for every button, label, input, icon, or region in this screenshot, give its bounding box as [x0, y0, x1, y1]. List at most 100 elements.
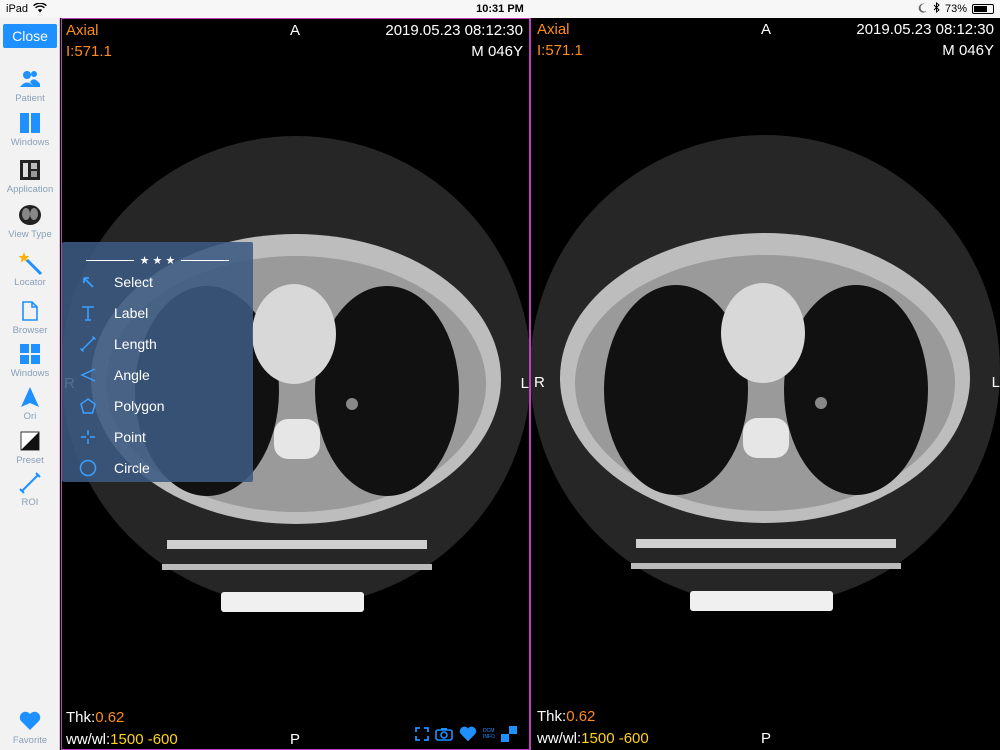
preset-icon	[17, 428, 43, 454]
sidebar-item-label: Windows	[10, 137, 50, 148]
tool-angle[interactable]: Angle	[62, 360, 253, 390]
tool-label: Label	[114, 305, 149, 321]
sidebar-item-locator[interactable]: Locator	[0, 250, 60, 292]
sidebar-item-label: Application	[6, 184, 54, 195]
sidebar-item-label: Patient	[15, 93, 45, 104]
sidebar-item-browser[interactable]: Browser	[0, 298, 60, 340]
thk-value: 0.62	[566, 708, 596, 725]
thk-label: Thk:	[66, 709, 96, 726]
patient-info: M 046Y	[942, 42, 994, 59]
plane-label: Axial	[66, 22, 99, 39]
sidebar-item-label: Favorite	[12, 735, 48, 746]
tool-select[interactable]: Select	[62, 267, 253, 297]
status-bar: iPad 10:31 PM 73%	[0, 0, 1000, 18]
window-level: ww/wl:1500 -600	[537, 730, 649, 747]
favorite-heart-icon[interactable]	[459, 726, 477, 742]
camera-icon[interactable]	[435, 727, 453, 741]
sidebar-item-label: Preset	[16, 455, 44, 466]
window-level: ww/wl:1500 -600	[66, 731, 178, 748]
tool-circle[interactable]: Circle	[62, 453, 253, 483]
tools-menu-stars: ★ ★ ★	[139, 254, 176, 267]
measurement-tools-menu: ★ ★ ★ Select Label Length Angle Polygon	[62, 242, 253, 482]
tool-label: Angle	[114, 367, 150, 383]
application-icon	[17, 157, 43, 183]
roi-icon	[17, 470, 43, 496]
sidebar-item-label: View Type	[8, 229, 52, 240]
sidebar: Close Patient Windows Application View T…	[0, 18, 60, 750]
tool-label: Length	[114, 336, 157, 352]
favorite-heart-icon	[17, 708, 43, 734]
patient-info: M 046Y	[471, 43, 523, 60]
select-arrow-icon	[62, 275, 114, 289]
image-index: I:571.1	[66, 43, 112, 60]
wwwl-label: ww/wl:	[537, 730, 582, 747]
dicom-info-icon[interactable]: DCM INFO	[483, 728, 495, 740]
tool-label: Select	[114, 274, 153, 290]
orientation-top: A	[290, 22, 301, 39]
close-button[interactable]: Close	[3, 24, 57, 48]
moon-icon	[918, 3, 928, 16]
ct-image	[531, 135, 1000, 611]
study-datetime: 2019.05.23 08:12:30	[385, 22, 523, 39]
fullscreen-icon[interactable]	[415, 727, 429, 741]
divider	[85, 259, 134, 261]
tool-label: Circle	[114, 460, 150, 476]
angle-icon	[62, 367, 114, 383]
sidebar-item-preset[interactable]: Preset	[0, 428, 60, 470]
checker-icon[interactable]	[500, 726, 517, 742]
device-name: iPad	[6, 3, 29, 15]
plane-label: Axial	[537, 21, 570, 38]
orientation-bottom: P	[290, 731, 301, 748]
tool-point[interactable]: Point	[62, 422, 253, 452]
battery-percent: 73%	[944, 3, 967, 15]
sidebar-item-windows-grid[interactable]: Windows	[0, 341, 60, 383]
tool-label: Point	[114, 429, 146, 445]
dicom-text-bottom: INFO	[483, 734, 495, 740]
thk-label: Thk:	[537, 708, 567, 725]
polygon-icon	[62, 398, 114, 414]
bluetooth-icon	[933, 1, 940, 16]
tool-label: Polygon	[114, 398, 165, 414]
windows-layout-icon	[17, 110, 43, 136]
image-index: I:571.1	[537, 42, 583, 59]
orientation-right: L	[991, 374, 1000, 391]
length-line-icon	[62, 336, 114, 352]
wwwl-value: 1500 -600	[110, 731, 178, 748]
orientation-top: A	[761, 21, 772, 38]
sidebar-item-patient[interactable]: Patient	[0, 66, 60, 108]
wwwl-label: ww/wl:	[66, 731, 111, 748]
sidebar-item-label: Ori	[23, 411, 37, 422]
tool-polygon[interactable]: Polygon	[62, 391, 253, 421]
viewport-toolbar: DCM INFO	[415, 726, 517, 742]
text-label-icon	[62, 305, 114, 321]
sidebar-item-label: ROI	[21, 497, 39, 508]
point-crosshair-icon	[62, 429, 114, 445]
sidebar-item-label: Locator	[14, 277, 46, 288]
battery-icon	[972, 4, 994, 14]
sidebar-item-label: Browser	[12, 325, 48, 336]
viewport-right[interactable]: Axial I:571.1 A 2019.05.23 08:12:30 M 04…	[530, 18, 1000, 750]
slice-thickness: Thk:0.62	[537, 708, 595, 725]
orientation-left: R	[534, 374, 545, 391]
sidebar-item-roi[interactable]: ROI	[0, 470, 60, 512]
windows-grid-icon	[17, 341, 43, 367]
sidebar-item-label: Windows	[10, 368, 50, 379]
clock: 10:31 PM	[476, 3, 524, 15]
orientation-right: L	[520, 375, 529, 392]
sidebar-item-windows[interactable]: Windows	[0, 110, 60, 152]
circle-icon	[62, 459, 114, 477]
sidebar-item-favorite[interactable]: Favorite	[0, 708, 60, 750]
view-type-icon	[17, 202, 43, 228]
wifi-icon	[33, 1, 47, 16]
patient-icon	[17, 66, 43, 92]
sidebar-item-application[interactable]: Application	[0, 157, 60, 199]
tool-length[interactable]: Length	[62, 329, 253, 359]
sidebar-item-view-type[interactable]: View Type	[0, 202, 60, 244]
study-datetime: 2019.05.23 08:12:30	[856, 21, 994, 38]
tool-label[interactable]: Label	[62, 298, 253, 328]
thk-value: 0.62	[95, 709, 125, 726]
wwwl-value: 1500 -600	[581, 730, 649, 747]
sidebar-item-ori[interactable]: Ori	[0, 384, 60, 426]
locator-icon	[17, 250, 43, 276]
browser-icon	[17, 298, 43, 324]
